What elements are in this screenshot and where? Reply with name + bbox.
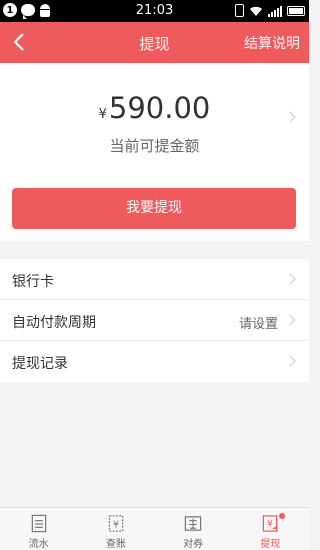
withdraw-records-row[interactable]: 提现记录: [0, 341, 309, 382]
tab-check-accounts[interactable]: ¥ 查账: [77, 508, 154, 550]
chevron-right-icon: [284, 273, 296, 285]
auto-payment-cycle-row[interactable]: 自动付款周期 请设置: [0, 300, 309, 341]
withdraw-icon: ¥: [263, 515, 279, 532]
bank-card-label: 银行卡: [12, 274, 54, 290]
withdraw-button[interactable]: 我要提现: [12, 188, 296, 229]
bank-card-row[interactable]: 银行卡: [0, 259, 309, 300]
auto-payment-cycle-value: 请设置: [238, 317, 278, 332]
bottom-tab-bar: 流水 ¥ 查账 对券 ¥ 提现: [0, 507, 309, 550]
svg-text:¥: ¥: [113, 519, 119, 530]
balance-label: 当前可提金额: [109, 137, 200, 155]
currency-symbol: ¥: [98, 107, 107, 122]
wifi-icon: [250, 6, 262, 16]
balance-amount: 590.00: [108, 91, 211, 125]
ledger-icon: [31, 514, 46, 533]
tab-label: 流水: [28, 539, 49, 550]
tab-withdraw[interactable]: ¥ 提现: [232, 508, 309, 550]
tab-label: 查账: [105, 539, 126, 550]
chevron-right-icon: [284, 314, 296, 326]
notification-dot: [278, 513, 285, 519]
balance-amount-row[interactable]: ¥590.00: [0, 91, 309, 125]
status-right-icons: [235, 4, 305, 17]
tab-coupons[interactable]: 对券: [155, 508, 232, 550]
tab-label: 提现: [260, 539, 281, 550]
svg-text:¥: ¥: [268, 519, 274, 529]
withdraw-records-label: 提现记录: [12, 356, 68, 372]
battery-icon: [287, 5, 305, 16]
settlement-info-link[interactable]: 结算说明: [244, 33, 300, 53]
nav-bar: 提现 结算说明: [0, 22, 309, 63]
status-bar: 1 21:03: [0, 0, 309, 22]
chevron-right-icon: [284, 355, 296, 367]
settings-list: 银行卡 自动付款周期 请设置 提现记录: [0, 259, 309, 382]
auto-payment-cycle-label: 自动付款周期: [12, 315, 96, 331]
yen-document-icon: ¥: [108, 515, 124, 532]
tab-ledger[interactable]: 流水: [0, 508, 77, 550]
vibrate-icon: [235, 4, 244, 17]
balance-card: ¥590.00 当前可提金额 我要提现: [0, 63, 309, 241]
tab-label: 对券: [183, 539, 204, 550]
signal-icon: [268, 5, 282, 17]
coupon-icon: [184, 516, 202, 531]
